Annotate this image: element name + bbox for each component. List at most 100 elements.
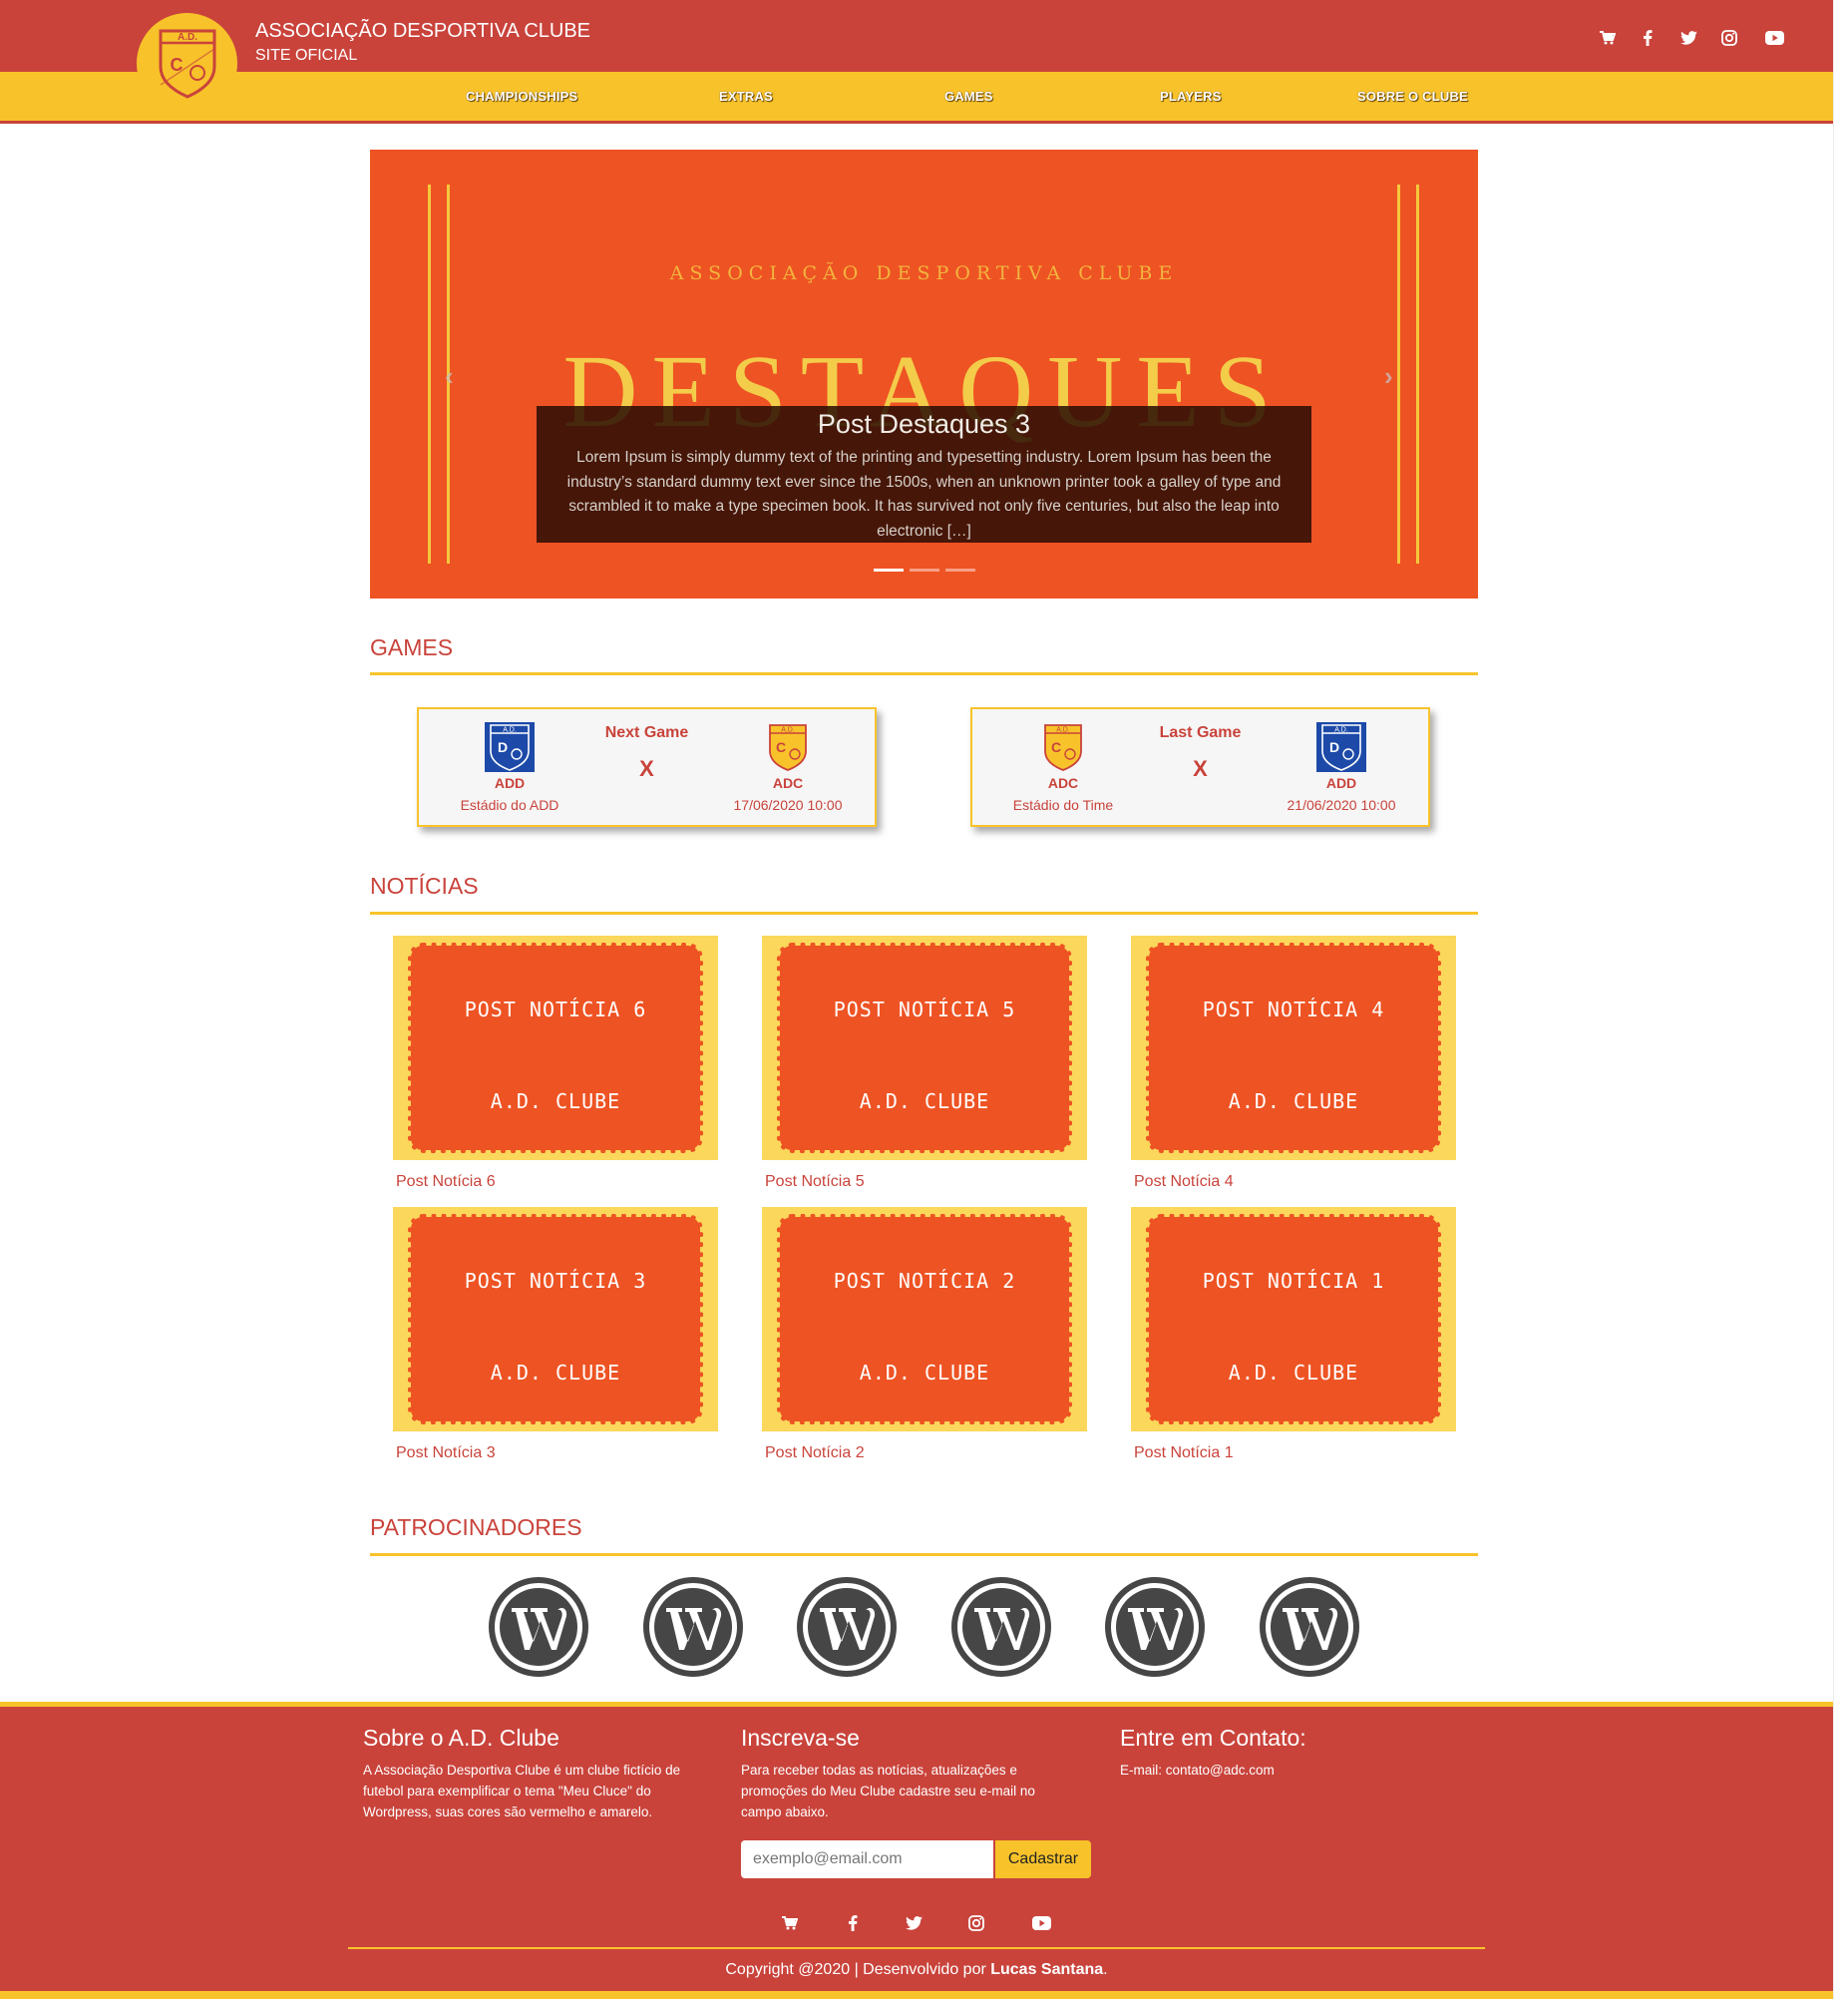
footer-contact-email[interactable]: E-mail: contato@adc.com — [1120, 1760, 1459, 1781]
nav-extras[interactable]: EXTRAS — [719, 89, 773, 104]
news-item[interactable]: POST NOTÍCIA 3 A.D. CLUBE Post Notícia 3 — [393, 1207, 718, 1462]
email-field[interactable] — [741, 1840, 993, 1878]
nav-players[interactable]: PLAYERS — [1160, 89, 1222, 104]
news-item[interactable]: POST NOTÍCIA 4 A.D. CLUBE Post Notícia 4 — [1131, 936, 1456, 1191]
copyright: Copyright @2020 | Desenvolvido por Lucas… — [0, 1961, 1833, 1979]
news-thumbnail[interactable]: POST NOTÍCIA 4 A.D. CLUBE — [1131, 936, 1456, 1160]
news-thumbnail-art: POST NOTÍCIA 6 A.D. CLUBE — [408, 943, 703, 1153]
news-link[interactable]: Post Notícia 5 — [765, 1173, 1087, 1191]
svg-text:C: C — [776, 739, 786, 755]
news-link[interactable]: Post Notícia 3 — [396, 1444, 718, 1462]
cart-icon[interactable] — [778, 1911, 802, 1935]
youtube-icon[interactable] — [1762, 26, 1786, 50]
sponsors-heading: PATROCINADORES — [370, 1514, 582, 1540]
copyright-suffix: . — [1103, 1961, 1108, 1978]
nav-games[interactable]: GAMES — [944, 89, 993, 104]
site-subtitle: SITE OFICIAL — [255, 47, 358, 64]
news-link[interactable]: Post Notícia 6 — [396, 1173, 718, 1191]
carousel-next-icon[interactable]: › — [1384, 361, 1393, 392]
wordpress-icon[interactable] — [796, 1576, 898, 1678]
team-name: ADC — [772, 775, 804, 791]
news-link[interactable]: Post Notícia 1 — [1134, 1444, 1456, 1462]
svg-text:A.D.: A.D. — [503, 727, 517, 734]
nav-championships[interactable]: CHAMPIONSHIPS — [466, 89, 577, 104]
news-thumbnail[interactable]: POST NOTÍCIA 6 A.D. CLUBE — [393, 936, 718, 1160]
footer-divider — [348, 1947, 1485, 1949]
game-venue: Estádio do ADD — [460, 797, 559, 813]
team-c-crest-icon: A.D. C — [1044, 724, 1082, 771]
subscribe-button[interactable]: Cadastrar — [995, 1840, 1091, 1878]
footer: Sobre o A.D. Clube A Associação Desporti… — [0, 1702, 1833, 1999]
facebook-icon[interactable] — [1636, 26, 1660, 50]
news-heading: NOTÍCIAS — [370, 873, 479, 899]
team-d-crest-icon: A.D. D — [1316, 722, 1366, 772]
nav-bar — [0, 72, 1848, 124]
footer-subscribe-text: Para receber todas as notícias, atualiza… — [741, 1763, 1035, 1819]
club-logo[interactable]: A.D. C — [137, 13, 237, 114]
news-thumbnail-title: POST NOTÍCIA 1 — [1202, 1269, 1385, 1293]
facebook-icon[interactable] — [841, 1911, 865, 1935]
slide-caption: Post Destaques 3 Lorem Ipsum is simply d… — [537, 406, 1311, 543]
footer-subscribe: Inscreva-se Para receber todas as notíci… — [741, 1725, 1070, 1822]
team-name: ADC — [1047, 775, 1079, 791]
carousel-indicator[interactable] — [873, 569, 904, 572]
wordpress-icon[interactable] — [1259, 1576, 1360, 1678]
instagram-icon[interactable] — [1717, 26, 1741, 50]
news-thumbnail-sub: A.D. CLUBE — [1228, 1089, 1359, 1113]
news-link[interactable]: Post Notícia 4 — [1134, 1173, 1456, 1191]
twitter-icon[interactable] — [1676, 26, 1700, 50]
news-thumbnail-art: POST NOTÍCIA 5 A.D. CLUBE — [777, 943, 1072, 1153]
carousel-indicator[interactable] — [909, 569, 939, 572]
news-thumbnail-sub: A.D. CLUBE — [490, 1361, 621, 1385]
team-name: ADD — [1325, 775, 1357, 791]
copyright-author[interactable]: Lucas Santana — [990, 1961, 1103, 1978]
wordpress-icon[interactable] — [642, 1576, 744, 1678]
team-d-crest-icon: A.D. D — [485, 722, 535, 772]
section-divider — [370, 1553, 1478, 1556]
game-venue: Estádio do Time — [1012, 797, 1114, 813]
slide-kicker: ASSOCIAÇÃO DESPORTIVA CLUBE — [669, 262, 1179, 284]
news-thumbnail-title: POST NOTÍCIA 6 — [464, 998, 647, 1021]
twitter-icon[interactable] — [902, 1911, 925, 1935]
section-divider — [370, 672, 1478, 675]
svg-text:C: C — [1051, 739, 1061, 755]
carousel-indicator[interactable] — [944, 569, 975, 572]
footer-contact: Entre em Contato: E-mail: contato@adc.co… — [1120, 1725, 1459, 1781]
away-team: A.D. D ADD 21/06/2020 10:00 — [1262, 721, 1421, 813]
news-thumbnail[interactable]: POST NOTÍCIA 2 A.D. CLUBE — [762, 1207, 1087, 1431]
wordpress-icon[interactable] — [950, 1576, 1052, 1678]
game-datetime: 17/06/2020 10:00 — [733, 797, 843, 813]
news-item[interactable]: POST NOTÍCIA 1 A.D. CLUBE Post Notícia 1 — [1131, 1207, 1456, 1462]
youtube-icon[interactable] — [1029, 1911, 1053, 1935]
games-heading: GAMES — [370, 634, 454, 660]
slide-caption-title[interactable]: Post Destaques 3 — [537, 409, 1311, 440]
copyright-prefix: Copyright @2020 | Desenvolvido por — [725, 1961, 991, 1978]
cart-icon[interactable] — [1596, 26, 1620, 50]
svg-text:D: D — [498, 739, 508, 755]
news-thumbnail[interactable]: POST NOTÍCIA 5 A.D. CLUBE — [762, 936, 1087, 1160]
nav-sobre-o-clube[interactable]: SOBRE O CLUBE — [1357, 89, 1468, 104]
instagram-icon[interactable] — [964, 1911, 988, 1935]
footer-contact-title: Entre em Contato: — [1120, 1725, 1306, 1751]
next-game-card: Next Game X A.D. D ADD Estádio do ADD A.… — [417, 707, 877, 827]
news-item[interactable]: POST NOTÍCIA 5 A.D. CLUBE Post Notícia 5 — [762, 936, 1087, 1191]
footer-about-text: A Associação Desportiva Clube é um clube… — [363, 1763, 681, 1819]
news-thumbnail-title: POST NOTÍCIA 2 — [833, 1269, 1016, 1293]
news-item[interactable]: POST NOTÍCIA 6 A.D. CLUBE Post Notícia 6 — [393, 936, 718, 1191]
wordpress-icon[interactable] — [1104, 1576, 1206, 1678]
svg-text:A.D.: A.D. — [781, 727, 795, 734]
news-thumbnail-art: POST NOTÍCIA 2 A.D. CLUBE — [777, 1214, 1072, 1424]
news-link[interactable]: Post Notícia 2 — [765, 1444, 1087, 1462]
svg-text:A.D.: A.D. — [178, 32, 197, 43]
news-thumbnail[interactable]: POST NOTÍCIA 3 A.D. CLUBE — [393, 1207, 718, 1431]
news-thumbnail-sub: A.D. CLUBE — [859, 1361, 990, 1385]
news-item[interactable]: POST NOTÍCIA 2 A.D. CLUBE Post Notícia 2 — [762, 1207, 1087, 1462]
scrollbar[interactable] — [1833, 0, 1848, 1999]
news-thumbnail[interactable]: POST NOTÍCIA 1 A.D. CLUBE — [1131, 1207, 1456, 1431]
highlights-carousel[interactable]: ASSOCIAÇÃO DESPORTIVA CLUBE DESTAQUES PO… — [370, 150, 1478, 599]
section-divider — [370, 912, 1478, 915]
wordpress-icon[interactable] — [488, 1576, 589, 1678]
carousel-prev-icon[interactable]: ‹ — [445, 361, 454, 392]
team-c-crest-icon: A.D. C — [769, 724, 807, 771]
svg-text:A.D.: A.D. — [1056, 727, 1070, 734]
